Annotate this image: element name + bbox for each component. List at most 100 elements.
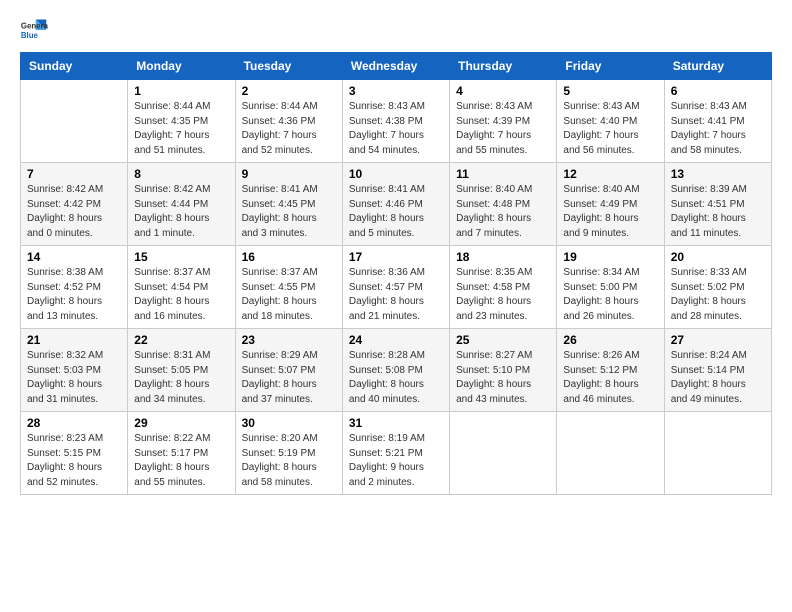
calendar-cell: 25 Sunrise: 8:27 AMSunset: 5:10 PMDayligh… <box>450 329 557 412</box>
day-detail: Sunrise: 8:42 AMSunset: 4:42 PMDaylight:… <box>27 183 121 241</box>
day-header-wednesday: Wednesday <box>342 53 449 80</box>
calendar-cell: 15 Sunrise: 8:37 AMSunset: 4:54 PMDayligh… <box>128 246 235 329</box>
week-row-4: 28 Sunrise: 8:23 AMSunset: 5:15 PMDayligh… <box>21 412 772 495</box>
day-number: 23 <box>242 333 336 347</box>
day-number: 4 <box>456 84 550 98</box>
day-detail: Sunrise: 8:19 AMSunset: 5:21 PMDaylight:… <box>349 432 443 490</box>
day-number: 2 <box>242 84 336 98</box>
day-detail: Sunrise: 8:40 AMSunset: 4:49 PMDaylight:… <box>563 183 657 241</box>
day-number: 31 <box>349 416 443 430</box>
calendar-cell: 17 Sunrise: 8:36 AMSunset: 4:57 PMDayligh… <box>342 246 449 329</box>
day-number: 19 <box>563 250 657 264</box>
day-detail: Sunrise: 8:41 AMSunset: 4:46 PMDaylight:… <box>349 183 443 241</box>
day-number: 10 <box>349 167 443 181</box>
day-number: 21 <box>27 333 121 347</box>
day-detail: Sunrise: 8:35 AMSunset: 4:58 PMDaylight:… <box>456 266 550 324</box>
day-detail: Sunrise: 8:43 AMSunset: 4:40 PMDaylight:… <box>563 100 657 158</box>
day-detail: Sunrise: 8:33 AMSunset: 5:02 PMDaylight:… <box>671 266 765 324</box>
day-number: 17 <box>349 250 443 264</box>
day-number: 16 <box>242 250 336 264</box>
day-detail: Sunrise: 8:44 AMSunset: 4:35 PMDaylight:… <box>134 100 228 158</box>
week-row-0: 1 Sunrise: 8:44 AMSunset: 4:35 PMDaylight… <box>21 80 772 163</box>
day-detail: Sunrise: 8:44 AMSunset: 4:36 PMDaylight:… <box>242 100 336 158</box>
calendar-cell: 24Sunrise: 8:28 AMSunset: 5:08 PMDayligh… <box>342 329 449 412</box>
day-number: 28 <box>27 416 121 430</box>
day-detail: Sunrise: 8:31 AMSunset: 5:05 PMDaylight:… <box>134 349 228 407</box>
calendar-cell: 7Sunrise: 8:42 AMSunset: 4:42 PMDaylight… <box>21 163 128 246</box>
day-number: 14 <box>27 250 121 264</box>
day-number: 3 <box>349 84 443 98</box>
day-number: 24 <box>349 333 443 347</box>
day-number: 20 <box>671 250 765 264</box>
calendar-cell: 18 Sunrise: 8:35 AMSunset: 4:58 PMDayligh… <box>450 246 557 329</box>
calendar-cell: 21 Sunrise: 8:32 AMSunset: 5:03 PMDayligh… <box>21 329 128 412</box>
calendar-cell: 19 Sunrise: 8:34 AMSunset: 5:00 PMDayligh… <box>557 246 664 329</box>
day-detail: Sunrise: 8:24 AMSunset: 5:14 PMDaylight:… <box>671 349 765 407</box>
day-detail: Sunrise: 8:38 AMSunset: 4:52 PMDaylight:… <box>27 266 121 324</box>
calendar-cell: 6 Sunrise: 8:43 AMSunset: 4:41 PMDaylight… <box>664 80 771 163</box>
day-detail: Sunrise: 8:26 AMSunset: 5:12 PMDaylight:… <box>563 349 657 407</box>
calendar-cell: 16Sunrise: 8:37 AMSunset: 4:55 PMDayligh… <box>235 246 342 329</box>
day-detail: Sunrise: 8:43 AMSunset: 4:39 PMDaylight:… <box>456 100 550 158</box>
day-detail: Sunrise: 8:36 AMSunset: 4:57 PMDaylight:… <box>349 266 443 324</box>
calendar-cell: 31 Sunrise: 8:19 AMSunset: 5:21 PMDayligh… <box>342 412 449 495</box>
calendar-cell: 22 Sunrise: 8:31 AMSunset: 5:05 PMDayligh… <box>128 329 235 412</box>
calendar-cell: 20 Sunrise: 8:33 AMSunset: 5:02 PMDayligh… <box>664 246 771 329</box>
calendar-cell <box>557 412 664 495</box>
day-detail: Sunrise: 8:34 AMSunset: 5:00 PMDaylight:… <box>563 266 657 324</box>
day-detail: Sunrise: 8:32 AMSunset: 5:03 PMDaylight:… <box>27 349 121 407</box>
logo-icon: General Blue <box>20 16 48 44</box>
day-number: 6 <box>671 84 765 98</box>
day-number: 13 <box>671 167 765 181</box>
day-number: 29 <box>134 416 228 430</box>
day-detail: Sunrise: 8:40 AMSunset: 4:48 PMDaylight:… <box>456 183 550 241</box>
calendar-header-row: SundayMondayTuesdayWednesdayThursdayFrid… <box>21 53 772 80</box>
day-number: 5 <box>563 84 657 98</box>
day-number: 26 <box>563 333 657 347</box>
day-detail: Sunrise: 8:42 AMSunset: 4:44 PMDaylight:… <box>134 183 228 241</box>
day-header-monday: Monday <box>128 53 235 80</box>
day-detail: Sunrise: 8:43 AMSunset: 4:38 PMDaylight:… <box>349 100 443 158</box>
calendar-cell: 12 Sunrise: 8:40 AMSunset: 4:49 PMDayligh… <box>557 163 664 246</box>
calendar-cell: 27Sunrise: 8:24 AMSunset: 5:14 PMDayligh… <box>664 329 771 412</box>
day-number: 15 <box>134 250 228 264</box>
svg-text:Blue: Blue <box>21 31 39 40</box>
day-number: 25 <box>456 333 550 347</box>
calendar-cell: 13Sunrise: 8:39 AMSunset: 4:51 PMDayligh… <box>664 163 771 246</box>
day-header-saturday: Saturday <box>664 53 771 80</box>
day-number: 11 <box>456 167 550 181</box>
day-detail: Sunrise: 8:23 AMSunset: 5:15 PMDaylight:… <box>27 432 121 490</box>
day-detail: Sunrise: 8:29 AMSunset: 5:07 PMDaylight:… <box>242 349 336 407</box>
calendar-cell: 10 Sunrise: 8:41 AMSunset: 4:46 PMDayligh… <box>342 163 449 246</box>
calendar-cell: 3 Sunrise: 8:43 AMSunset: 4:38 PMDaylight… <box>342 80 449 163</box>
calendar-cell: 9Sunrise: 8:41 AMSunset: 4:45 PMDaylight… <box>235 163 342 246</box>
day-number: 8 <box>134 167 228 181</box>
day-detail: Sunrise: 8:37 AMSunset: 4:54 PMDaylight:… <box>134 266 228 324</box>
page: General Blue SundayMondayTuesdayWednesda… <box>0 0 792 505</box>
calendar-cell <box>21 80 128 163</box>
day-detail: Sunrise: 8:27 AMSunset: 5:10 PMDaylight:… <box>456 349 550 407</box>
calendar-cell: 1 Sunrise: 8:44 AMSunset: 4:35 PMDaylight… <box>128 80 235 163</box>
calendar-cell: 14 Sunrise: 8:38 AMSunset: 4:52 PMDayligh… <box>21 246 128 329</box>
week-row-1: 7Sunrise: 8:42 AMSunset: 4:42 PMDaylight… <box>21 163 772 246</box>
day-number: 12 <box>563 167 657 181</box>
day-detail: Sunrise: 8:43 AMSunset: 4:41 PMDaylight:… <box>671 100 765 158</box>
day-number: 1 <box>134 84 228 98</box>
day-number: 22 <box>134 333 228 347</box>
day-number: 30 <box>242 416 336 430</box>
day-detail: Sunrise: 8:41 AMSunset: 4:45 PMDaylight:… <box>242 183 336 241</box>
day-number: 18 <box>456 250 550 264</box>
calendar-cell <box>664 412 771 495</box>
calendar-cell <box>450 412 557 495</box>
calendar-cell: 28 Sunrise: 8:23 AMSunset: 5:15 PMDayligh… <box>21 412 128 495</box>
header: General Blue <box>20 16 772 44</box>
svg-text:General: General <box>21 21 48 30</box>
logo: General Blue <box>20 16 48 44</box>
calendar-cell: 4 Sunrise: 8:43 AMSunset: 4:39 PMDaylight… <box>450 80 557 163</box>
calendar-cell: 2 Sunrise: 8:44 AMSunset: 4:36 PMDaylight… <box>235 80 342 163</box>
day-detail: Sunrise: 8:22 AMSunset: 5:17 PMDaylight:… <box>134 432 228 490</box>
week-row-3: 21 Sunrise: 8:32 AMSunset: 5:03 PMDayligh… <box>21 329 772 412</box>
calendar-cell: 30 Sunrise: 8:20 AMSunset: 5:19 PMDayligh… <box>235 412 342 495</box>
day-detail: Sunrise: 8:20 AMSunset: 5:19 PMDaylight:… <box>242 432 336 490</box>
calendar-cell: 11 Sunrise: 8:40 AMSunset: 4:48 PMDayligh… <box>450 163 557 246</box>
